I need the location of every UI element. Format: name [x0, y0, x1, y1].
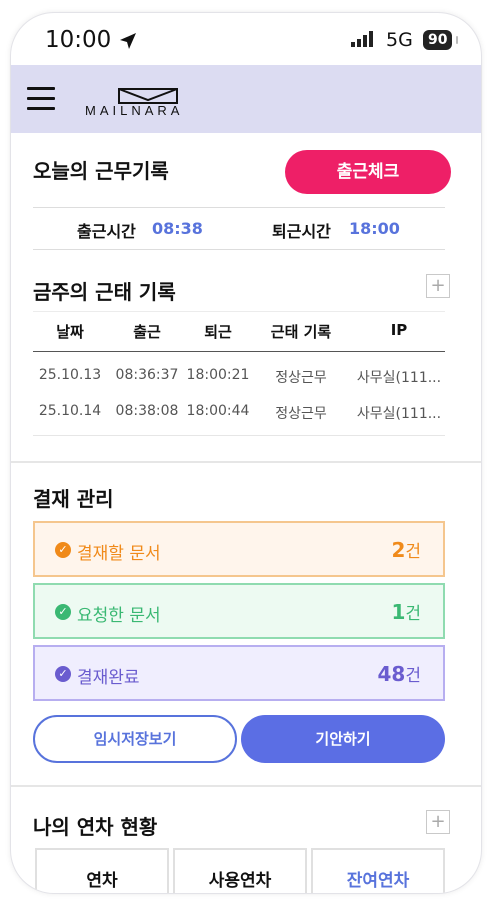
checkout-time-value: 18:00	[349, 219, 400, 238]
completed-approval-label: 결재완료	[77, 668, 140, 688]
column-header-checkin: 출근	[133, 323, 161, 341]
week-section-title: 금주의 근태 기록	[33, 280, 176, 304]
leave-section-title: 나의 연차 현황	[33, 815, 158, 839]
requested-docs-card[interactable]: ✓ 요청한 문서 1건	[33, 583, 445, 639]
section-divider	[11, 785, 481, 787]
logo-wordmark: MAILNARA	[85, 103, 184, 118]
check-circle-icon: ✓	[55, 542, 71, 558]
cell-date: 25.10.14	[38, 403, 102, 419]
completed-approval-unit: 건	[405, 666, 421, 686]
column-header-date: 날짜	[56, 323, 84, 341]
approval-section-title: 결재 관리	[33, 487, 114, 511]
cell-attendance: 정상근무	[275, 370, 327, 386]
divider-line	[33, 249, 445, 250]
checkin-time-label: 출근시간	[77, 222, 136, 241]
leave-tab-used[interactable]: 사용연차	[173, 848, 307, 893]
checkin-button[interactable]: 출근체크	[285, 150, 451, 194]
requested-docs-unit: 건	[405, 604, 421, 624]
phone-frame: 10:00 5G 90 MAILNARA 오늘의 근무기록 출근체크 출근시간 …	[10, 12, 482, 894]
cell-checkin: 08:38:08	[115, 403, 179, 419]
pending-approval-unit: 건	[405, 542, 421, 562]
cell-attendance: 정상근무	[275, 406, 327, 422]
section-divider	[11, 461, 481, 463]
cell-checkout: 18:00:21	[186, 367, 250, 383]
table-bottom-line	[33, 435, 445, 436]
requested-docs-count-group: 1건	[391, 599, 421, 624]
pending-approval-label: 결재할 문서	[77, 544, 161, 564]
mailnara-logo[interactable]: MAILNARA	[85, 87, 211, 118]
cell-date: 25.10.13	[38, 367, 102, 383]
leave-expand-plus-icon[interactable]: +	[426, 810, 450, 834]
checkin-time-value: 08:38	[152, 219, 203, 238]
column-header-attendance: 근태 기록	[270, 323, 332, 341]
cell-ip: 사무실(111...	[356, 406, 442, 422]
menu-icon[interactable]	[27, 87, 55, 111]
cell-checkout: 18:00:44	[186, 403, 250, 419]
requested-docs-count: 1	[391, 600, 406, 624]
week-expand-plus-icon[interactable]: +	[426, 274, 450, 298]
checkout-time-label: 퇴근시간	[272, 222, 331, 241]
completed-approval-count-group: 48건	[378, 661, 421, 686]
pending-approval-count: 2	[391, 538, 406, 562]
network-type: 5G	[386, 29, 413, 51]
compose-draft-button[interactable]: 기안하기	[241, 715, 445, 763]
table-top-line	[33, 311, 445, 312]
table-header-line	[33, 351, 445, 352]
battery-nub	[456, 36, 458, 44]
status-time: 10:00	[45, 27, 112, 53]
app-header: MAILNARA	[11, 65, 481, 133]
view-drafts-button[interactable]: 임시저장보기	[33, 715, 237, 763]
column-header-ip: IP	[390, 321, 408, 339]
status-bar: 10:00 5G 90	[11, 13, 481, 65]
cell-ip: 사무실(111...	[356, 370, 442, 386]
today-section-title: 오늘의 근무기록	[33, 159, 169, 183]
battery-indicator: 90	[423, 30, 453, 50]
check-circle-icon: ✓	[55, 604, 71, 620]
column-header-checkout: 퇴근	[204, 323, 232, 341]
pending-approval-card[interactable]: ✓ 결재할 문서 2건	[33, 521, 445, 577]
completed-approval-card[interactable]: ✓ 결재완료 48건	[33, 645, 445, 701]
pending-approval-count-group: 2건	[391, 537, 421, 562]
completed-approval-count: 48	[377, 662, 406, 686]
check-circle-icon: ✓	[55, 666, 71, 682]
cell-checkin: 08:36:37	[115, 367, 179, 383]
requested-docs-label: 요청한 문서	[77, 606, 161, 626]
divider-line	[33, 207, 445, 208]
leave-tab-total[interactable]: 연차	[35, 848, 169, 893]
leave-tab-remaining[interactable]: 잔여연차	[311, 848, 445, 893]
location-arrow-icon	[120, 33, 136, 49]
signal-bars-icon	[351, 31, 373, 47]
